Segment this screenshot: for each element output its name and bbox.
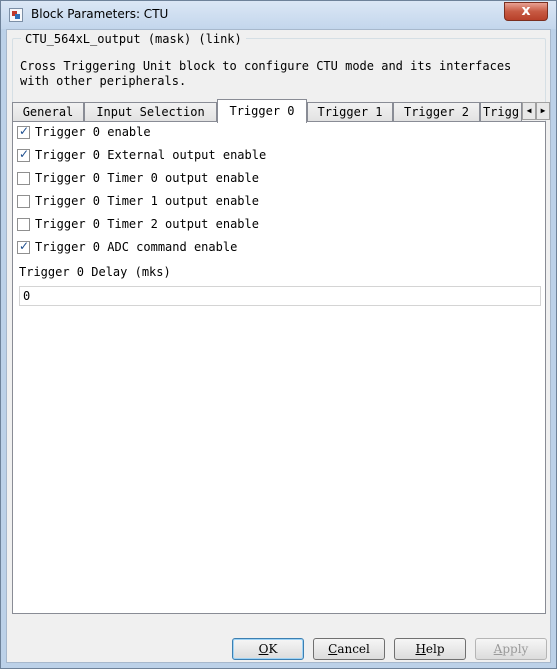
tab-bar: General Input Selection Trigger 0 Trigge… — [12, 99, 550, 123]
trigger-0-panel: Trigger 0 enable Trigger 0 External outp… — [12, 121, 546, 614]
option-label: Trigger 0 Timer 2 output enable — [35, 217, 259, 231]
trigger-0-delay-label: Trigger 0 Delay (mks) — [19, 265, 171, 279]
cancel-button[interactable]: Cancel — [313, 638, 385, 660]
trigger-0-timer-1-checkbox[interactable] — [17, 194, 30, 208]
tab-trigger-0[interactable]: Trigger 0 — [217, 99, 307, 123]
arrow-left-icon: ◀ — [526, 106, 532, 115]
option-label: Trigger 0 ADC command enable — [35, 240, 238, 254]
ok-label-rest: K — [268, 642, 278, 656]
mask-description: Cross Triggering Unit block to configure… — [20, 59, 512, 88]
tab-trigger-1[interactable]: Trigger 1 — [307, 102, 393, 122]
tab-general[interactable]: General — [12, 102, 84, 122]
help-label-rest: elp — [425, 642, 445, 656]
tab-trigger-3-partial[interactable]: Trigg — [480, 102, 522, 122]
close-button[interactable]: x — [504, 2, 548, 21]
trigger-0-enable-option[interactable]: Trigger 0 enable — [17, 124, 151, 140]
trigger-0-timer-0-checkbox[interactable] — [17, 171, 30, 185]
trigger-0-timer-0-option[interactable]: Trigger 0 Timer 0 output enable — [17, 170, 259, 186]
tab-scroll-right-button[interactable]: ▶ — [536, 102, 550, 120]
trigger-0-timer-2-option[interactable]: Trigger 0 Timer 2 output enable — [17, 216, 259, 232]
trigger-0-timer-2-checkbox[interactable] — [17, 217, 30, 231]
option-label: Trigger 0 enable — [35, 125, 151, 139]
apply-label-rest: pply — [502, 642, 529, 656]
dialog-client-area: CTU_564xL_output (mask) (link) Cross Tri… — [6, 29, 551, 663]
trigger-0-external-output-option[interactable]: Trigger 0 External output enable — [17, 147, 266, 163]
simulink-block-icon — [9, 8, 23, 22]
trigger-0-timer-1-option[interactable]: Trigger 0 Timer 1 output enable — [17, 193, 259, 209]
apply-button[interactable]: Apply — [475, 638, 547, 660]
close-icon: x — [521, 3, 531, 19]
tab-scroll-left-button[interactable]: ◀ — [522, 102, 536, 120]
trigger-0-external-output-checkbox[interactable] — [17, 147, 30, 162]
option-label: Trigger 0 External output enable — [35, 148, 267, 162]
mask-title: CTU_564xL_output (mask) (link) — [21, 32, 246, 46]
tab-input-selection[interactable]: Input Selection — [84, 102, 217, 122]
trigger-0-enable-checkbox[interactable] — [17, 124, 30, 139]
cancel-label-rest: ancel — [337, 642, 370, 656]
block-parameters-dialog: Block Parameters: CTU x CTU_564xL_output… — [0, 0, 557, 669]
window-title: Block Parameters: CTU — [31, 7, 169, 21]
cancel-mnemonic: C — [328, 642, 338, 656]
ok-button[interactable]: OK — [232, 638, 304, 660]
help-mnemonic: H — [415, 642, 426, 656]
trigger-0-adc-command-option[interactable]: Trigger 0 ADC command enable — [17, 239, 237, 255]
help-button[interactable]: Help — [394, 638, 466, 660]
arrow-right-icon: ▶ — [540, 106, 546, 115]
option-label: Trigger 0 Timer 0 output enable — [35, 171, 259, 185]
title-bar[interactable]: Block Parameters: CTU x — [1, 1, 556, 29]
option-label: Trigger 0 Timer 1 output enable — [35, 194, 259, 208]
tab-trigger-2[interactable]: Trigger 2 — [393, 102, 480, 122]
trigger-0-delay-input[interactable]: 0 — [19, 286, 541, 306]
ok-mnemonic: O — [258, 642, 269, 656]
trigger-0-adc-command-checkbox[interactable] — [17, 239, 30, 254]
